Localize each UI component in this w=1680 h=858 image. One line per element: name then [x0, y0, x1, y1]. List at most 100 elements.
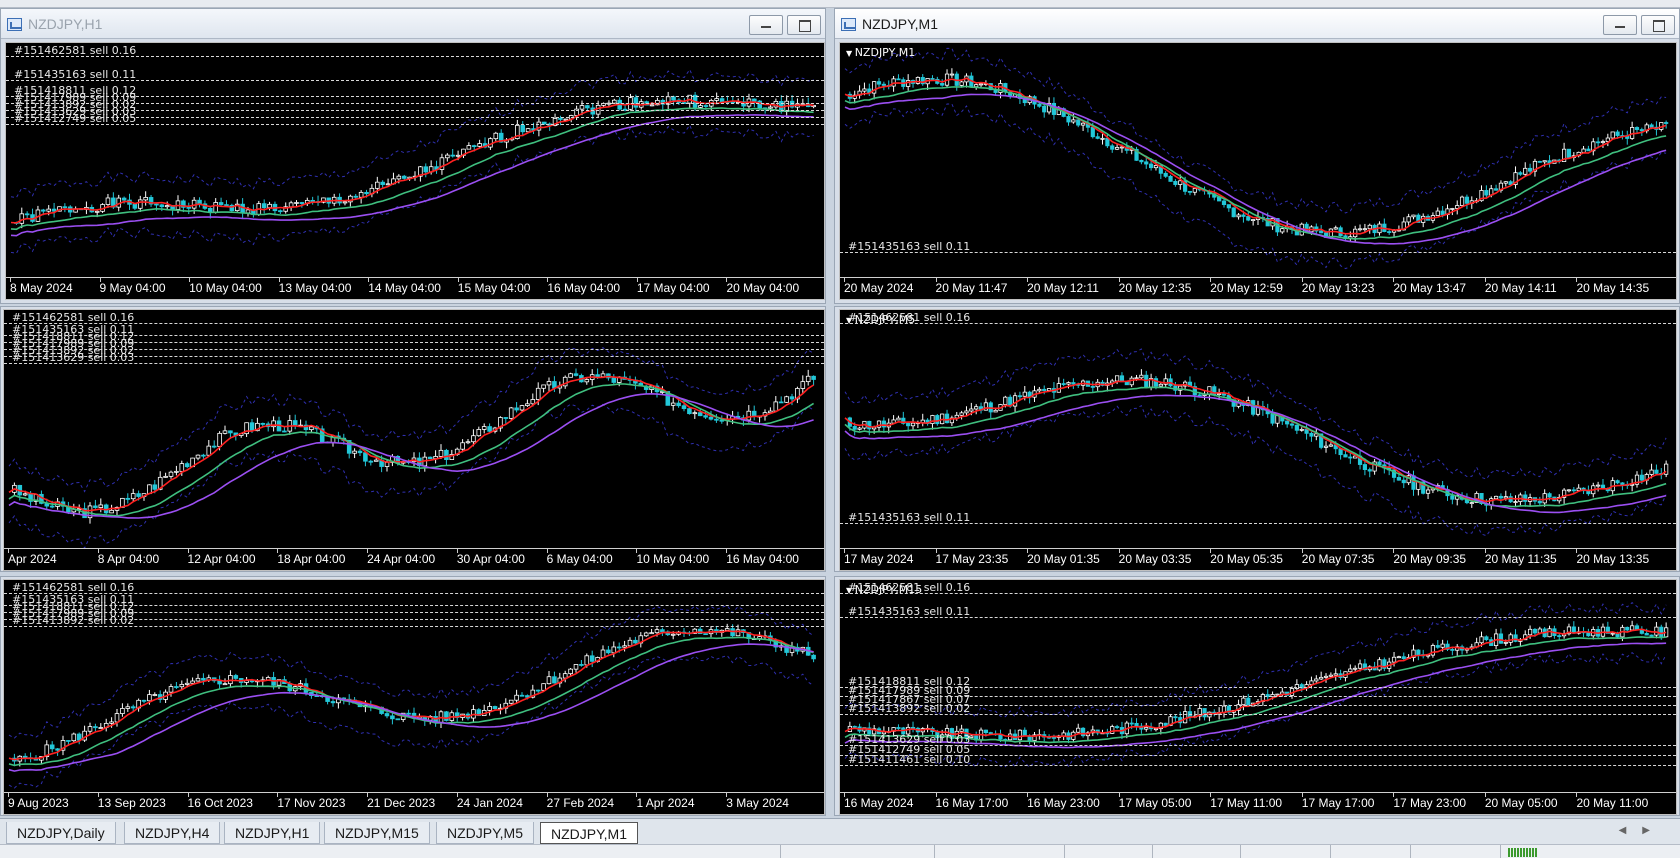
connection-signal-icon	[1508, 848, 1538, 857]
candle-body	[1527, 167, 1533, 172]
chart-window-h4[interactable]: #151462581 sell 0.16 #151435163 sell 0.11…	[0, 306, 826, 572]
candle-body	[94, 210, 100, 213]
candle-body	[579, 105, 585, 110]
candle-body	[152, 484, 158, 490]
minimize-button[interactable]	[749, 15, 783, 35]
candle-body	[1134, 723, 1139, 727]
time-tick-mark	[8, 793, 9, 797]
candle-body	[1241, 214, 1246, 217]
candle-body	[800, 381, 806, 389]
candle-body	[1396, 656, 1402, 659]
candle-body	[132, 203, 138, 209]
time-tick-mark	[1118, 793, 1120, 797]
candle-body	[1435, 210, 1440, 216]
tab-nzdjpy-m1[interactable]: NZDJPY,M1	[540, 822, 638, 844]
candle-body	[159, 204, 165, 208]
candle-body	[1654, 626, 1659, 636]
candle-body	[573, 373, 579, 376]
candle-body	[222, 683, 228, 686]
time-axis: 20 May 2024 20 May 11:47 20 May 12:11 20 Ma…	[840, 277, 1676, 299]
candle-body	[1270, 413, 1275, 424]
price-chart[interactable]: #151462581 sell 0.16 #151435163 sell 0.11…	[3, 579, 825, 815]
candle-body	[147, 694, 152, 702]
chart-symbol-label[interactable]: NZDJPY,M1	[846, 46, 916, 59]
tab-nzdjpy-h4[interactable]: NZDJPY,H4	[124, 822, 221, 844]
time-tick-label: 16 May 2024	[844, 796, 914, 810]
time-tick-mark	[1301, 549, 1303, 553]
candle-body	[109, 721, 114, 724]
candle-body	[1484, 636, 1489, 641]
candle-body	[406, 712, 411, 715]
price-chart[interactable]: #151462581 sell 0.16 #151435163 sell 0.11…	[3, 309, 825, 571]
maximize-button[interactable]	[1641, 15, 1675, 35]
minimize-button[interactable]	[1603, 15, 1637, 35]
time-tick-label: 20 May 07:35	[1301, 552, 1375, 566]
candle-body	[1610, 632, 1615, 635]
candle-body	[206, 445, 212, 456]
candle-body	[1401, 479, 1406, 484]
candle-body	[450, 154, 455, 157]
tab-nzdjpy-daily[interactable]: NZDJPY,Daily	[6, 822, 116, 844]
tab-nzdjpy-m5[interactable]: NZDJPY,M5	[436, 822, 534, 844]
chart-window-daily[interactable]: #151462581 sell 0.16 #151435163 sell 0.11…	[0, 576, 826, 816]
candle-body	[105, 197, 111, 205]
chart-window-m15[interactable]: NZDJPY,M15#151462581 sell 0.16#151435163…	[834, 576, 1680, 816]
maximize-button[interactable]	[787, 15, 821, 35]
candle-body	[1367, 469, 1372, 472]
window-titlebar[interactable]: NZDJPY,M1	[835, 9, 1679, 39]
time-tick-mark	[636, 793, 638, 797]
time-tick-label: 24 Apr 04:00	[367, 552, 436, 566]
candle-body	[541, 384, 546, 389]
chart-window-m5[interactable]: NZDJPY,M5#151462581 sell 0.16#151435163 …	[834, 306, 1680, 572]
candle-body	[1124, 381, 1129, 386]
time-tick-mark	[1484, 793, 1486, 797]
candle-body	[1479, 636, 1484, 644]
time-tick-mark	[1576, 549, 1578, 553]
tab-scroll-arrows-icon[interactable]: ◀▶	[1619, 825, 1666, 836]
candle-body	[294, 202, 299, 204]
candle-body	[1367, 224, 1372, 230]
price-chart[interactable]: NZDJPY,M15#151462581 sell 0.16#151435163…	[839, 579, 1677, 815]
chart-window-h1[interactable]: NZDJPY,H1 #151462581 sell 0.16 #151435163…	[0, 8, 826, 304]
chart-window-m1[interactable]: NZDJPY,M1 NZDJPY,M1 #151435163 sell 0.11 2…	[834, 8, 1680, 304]
candle-body	[959, 728, 964, 732]
tab-nzdjpy-h1[interactable]: NZDJPY,H1	[224, 822, 321, 844]
candle-body	[1173, 180, 1178, 185]
candle-body	[1071, 119, 1076, 123]
price-chart[interactable]: NZDJPY,M1 #151435163 sell 0.11 20 May 2024…	[839, 42, 1677, 300]
order-label: #151462581 sell 0.16	[848, 311, 971, 324]
price-chart[interactable]: #151462581 sell 0.16 #151435163 sell 0.11…	[5, 42, 825, 300]
candle-body	[530, 399, 536, 405]
candle-body	[342, 201, 348, 204]
candle-body	[1226, 204, 1231, 209]
time-tick-mark	[1484, 549, 1486, 553]
window-titlebar[interactable]: NZDJPY,H1	[1, 9, 825, 39]
price-chart[interactable]: NZDJPY,M5#151462581 sell 0.16#151435163 …	[839, 309, 1677, 571]
candle-body	[584, 655, 590, 666]
candle-body	[811, 654, 816, 660]
candle-body	[282, 430, 287, 433]
candle-body	[1134, 377, 1139, 380]
candle-body	[49, 505, 55, 508]
candle-body	[358, 191, 364, 198]
candle-body	[1241, 697, 1246, 706]
candle-body	[455, 154, 461, 157]
candle-body	[993, 409, 998, 413]
candle-body	[811, 375, 816, 380]
candle-body	[1547, 493, 1552, 498]
candle-body	[867, 420, 872, 430]
candle-body	[568, 373, 573, 378]
candle-body	[1498, 495, 1504, 499]
tab-nzdjpy-m15[interactable]: NZDJPY,M15	[324, 822, 430, 844]
candle-body	[164, 205, 170, 208]
candle-body	[1357, 663, 1363, 669]
candle-body	[401, 175, 407, 179]
candle-body	[137, 199, 143, 209]
time-tick-label: 20 May 09:35	[1393, 552, 1467, 566]
candle-body	[1153, 728, 1159, 731]
candle-body	[1493, 495, 1499, 500]
candle-body	[213, 202, 218, 213]
time-tick-mark	[368, 278, 370, 282]
candle-body	[525, 128, 531, 133]
candle-body	[1236, 214, 1241, 218]
